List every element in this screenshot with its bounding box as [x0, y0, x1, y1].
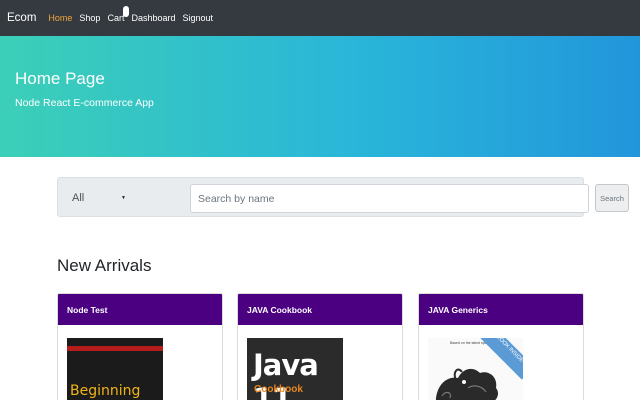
nav-dashboard-link[interactable]: Dashboard — [131, 13, 175, 23]
cover-subtitle-text: Cookbook — [254, 384, 303, 395]
page-subtitle: Node React E-commerce App — [15, 97, 154, 109]
cover-stripe — [67, 346, 163, 351]
product-cover-image[interactable]: Java 11 Cookbook — [247, 338, 343, 400]
nav-shop-link[interactable]: Shop — [79, 13, 100, 23]
product-card-title: JAVA Generics — [419, 294, 583, 325]
category-select[interactable]: All ▼ — [66, 184, 132, 212]
product-card[interactable]: JAVA Cookbook Java 11 Cookbook — [237, 293, 403, 400]
product-card-title: Node Test — [58, 294, 222, 325]
jumbotron-banner: Home Page Node React E-commerce App — [0, 36, 640, 157]
product-cover-image[interactable]: Beginning — [67, 338, 163, 400]
nav-cart-link[interactable]: Cart — [107, 6, 130, 23]
cart-count-badge — [123, 6, 130, 17]
category-select-value: All — [72, 192, 85, 204]
cart-label: Cart — [107, 13, 125, 23]
product-card[interactable]: JAVA Generics Based on the latest specif… — [418, 293, 584, 400]
top-navbar: Ecom Home Shop Cart Dashboard Signout — [0, 0, 640, 36]
product-card-title: JAVA Cookbook — [238, 294, 402, 325]
search-input[interactable]: Search by name — [190, 184, 589, 213]
caret-down-icon: ▼ — [121, 195, 126, 201]
brand-logo[interactable]: Ecom — [7, 12, 36, 24]
search-button[interactable]: Search — [595, 184, 629, 212]
search-placeholder: Search by name — [198, 192, 275, 205]
nav-home-link[interactable]: Home — [48, 13, 72, 23]
animal-illustration-icon — [435, 368, 498, 400]
nav-signout-link[interactable]: Signout — [183, 13, 214, 23]
new-arrivals-heading: New Arrivals — [57, 256, 152, 275]
search-bar: All ▼ Search by name Search — [57, 177, 629, 217]
product-card[interactable]: Node Test Beginning — [57, 293, 223, 400]
page-title: Home Page — [15, 69, 105, 88]
product-cover-image[interactable]: Based on the latest specification LOOK I… — [428, 338, 523, 400]
cover-title-text: Beginning — [70, 383, 141, 399]
